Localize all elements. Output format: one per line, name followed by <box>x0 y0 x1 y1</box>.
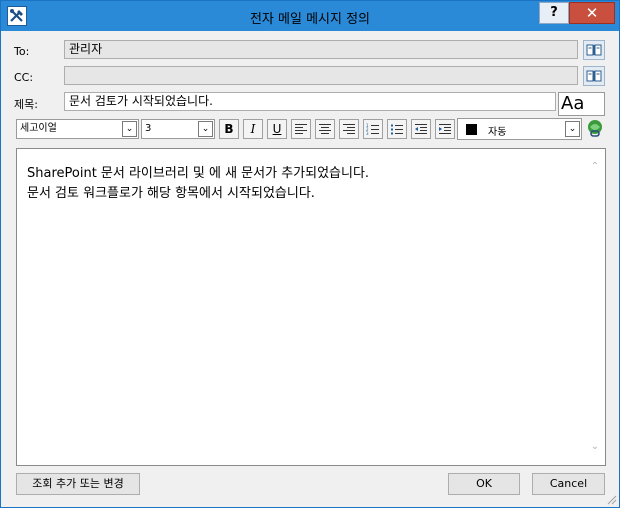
svg-text:3: 3 <box>366 131 369 135</box>
color-swatch <box>466 124 477 135</box>
decrease-indent-button[interactable] <box>411 119 431 139</box>
underline-button[interactable]: U <box>267 119 287 139</box>
hyperlink-button[interactable] <box>585 119 605 139</box>
to-address-book-button[interactable] <box>583 40 605 60</box>
bullet-list-icon <box>391 124 403 135</box>
subject-label: 제목: <box>14 98 38 111</box>
cc-label: CC: <box>14 71 34 84</box>
font-size-value: 3 <box>145 123 152 134</box>
hyperlink-icon <box>588 120 602 137</box>
font-size-select[interactable]: 3 ⌄ <box>141 119 215 139</box>
font-name-select[interactable]: 세고이얼 ⌄ <box>16 119 139 139</box>
window-title: 전자 메일 메시지 정의 <box>249 12 371 27</box>
resize-grip-icon[interactable] <box>605 493 617 505</box>
to-field[interactable]: 관리자 <box>64 40 578 59</box>
increase-indent-button[interactable] <box>435 119 455 139</box>
align-right-icon <box>343 124 355 134</box>
help-button[interactable]: ? <box>539 2 569 24</box>
cc-address-book-button[interactable] <box>583 66 605 86</box>
message-body-editor[interactable]: SharePoint 문서 라이브러리 및 에 새 문서가 추가되었습니다. 문… <box>16 148 606 466</box>
align-left-icon <box>295 124 307 134</box>
font-color-value: 자동 <box>488 127 507 138</box>
numbered-list-button[interactable]: 123 <box>363 119 383 139</box>
message-body: SharePoint 문서 라이브러리 및 에 새 문서가 추가되었습니다. 문… <box>27 164 369 204</box>
chevron-down-icon[interactable]: ⌄ <box>565 121 580 137</box>
bold-button[interactable]: B <box>219 119 239 139</box>
title-bar[interactable]: 전자 메일 메시지 정의 ? ✕ <box>1 1 619 31</box>
scroll-down-icon[interactable]: ⌄ <box>589 441 601 452</box>
chevron-down-icon[interactable]: ⌄ <box>122 121 137 137</box>
add-or-change-lookup-button[interactable]: 조회 추가 또는 변경 <box>16 473 140 495</box>
chevron-down-icon[interactable]: ⌄ <box>198 121 213 137</box>
to-label: To: <box>14 45 30 58</box>
align-right-button[interactable] <box>339 119 359 139</box>
align-center-icon <box>319 124 331 134</box>
font-dialog-button[interactable]: Aa <box>558 92 605 116</box>
align-center-button[interactable] <box>315 119 335 139</box>
address-book-icon <box>586 44 602 56</box>
indent-icon <box>439 124 451 134</box>
numbered-list-icon: 123 <box>366 123 379 135</box>
email-dialog-window: 전자 메일 메시지 정의 ? ✕ To: 관리자 CC: 제목: 문서 검토가 … <box>0 0 620 508</box>
cc-field[interactable] <box>64 66 578 85</box>
close-button[interactable]: ✕ <box>569 2 615 24</box>
message-line-2: 문서 검토 워크플로가 해당 항목에서 시작되었습니다. <box>27 186 315 201</box>
outdent-icon <box>415 124 427 134</box>
font-color-select[interactable]: 자동 ⌄ <box>457 118 582 140</box>
cancel-button[interactable]: Cancel <box>532 473 605 495</box>
message-line-1: SharePoint 문서 라이브러리 및 에 새 문서가 추가되었습니다. <box>27 166 370 181</box>
italic-button[interactable]: I <box>243 119 263 139</box>
align-left-button[interactable] <box>291 119 311 139</box>
bullet-list-button[interactable] <box>387 119 407 139</box>
font-name-value: 세고이얼 <box>20 123 57 134</box>
ok-button[interactable]: OK <box>448 473 520 495</box>
scroll-up-icon[interactable]: ⌃ <box>589 161 601 172</box>
address-book-icon <box>586 70 602 82</box>
subject-field[interactable]: 문서 검토가 시작되었습니다. <box>64 92 556 111</box>
